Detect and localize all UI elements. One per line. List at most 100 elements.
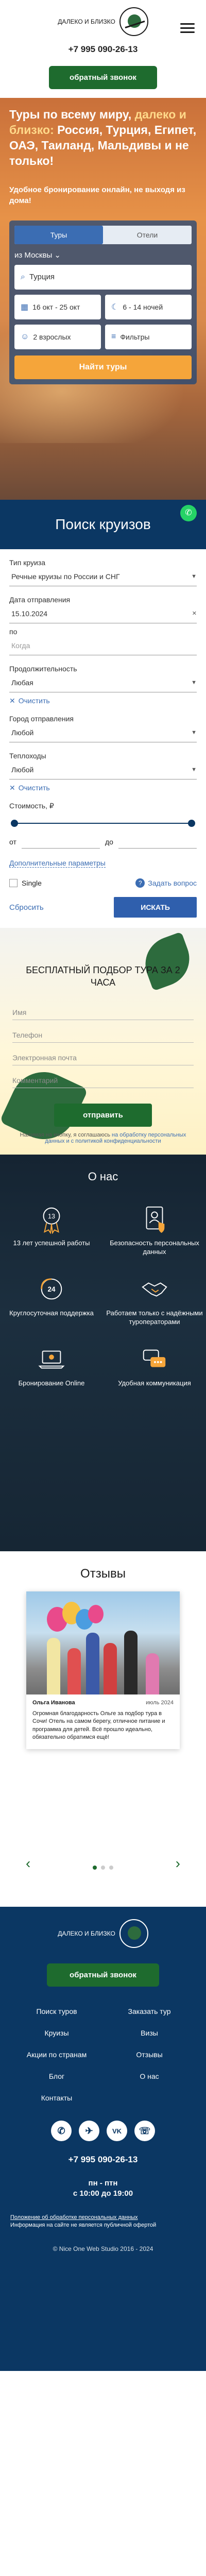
hero-section: Туры по всему миру, далеко и близко: Рос… [0, 98, 206, 500]
footer-link-about[interactable]: О нас [103, 2072, 196, 2080]
city-select[interactable]: Любой ▼ [9, 723, 197, 742]
social-links: ✆ ✈ VK ☏ [0, 2121, 206, 2141]
about-section: О нас 13 13 лет успешной работы Безопасн… [0, 1155, 206, 1551]
viber-icon[interactable]: ☏ [134, 2121, 155, 2141]
support-24-icon: 24 [37, 1274, 66, 1304]
chevron-down-icon: ▼ [191, 766, 197, 773]
nights-field[interactable]: ☾ 6 - 14 ночей [105, 294, 192, 319]
cruise-title: Поиск круизов [0, 500, 206, 549]
find-tours-button[interactable]: Найти туры [14, 355, 192, 379]
reset-button[interactable]: Сбросить [9, 903, 44, 912]
footer-notes: Положение об обработке персональных данн… [10, 2214, 157, 2229]
working-hours: пн - птн с 10:00 до 19:00 [73, 2179, 133, 2198]
footer-link-reviews[interactable]: Отзывы [103, 2050, 196, 2059]
price-max-handle[interactable] [188, 820, 195, 827]
site-footer: ДАЛЕКО И БЛИЗКО обратный звонок Поиск ту… [0, 1907, 206, 2371]
footer-link-tours[interactable]: Поиск туров [10, 2007, 103, 2015]
review-text: Огромная благодарность Ольге за подбор т… [32, 1710, 165, 1741]
laptop-icon [37, 1344, 66, 1374]
telegram-icon[interactable]: ✈ [79, 2121, 99, 2141]
price-from-input[interactable] [21, 835, 100, 849]
footer-link-blog[interactable]: Блог [10, 2072, 103, 2080]
search-tabs: Туры Отели [14, 225, 192, 244]
name-input[interactable]: Имя [12, 999, 194, 1020]
review-date: июль 2024 [146, 1700, 174, 1706]
footer-callback-button[interactable]: обратный звонок [47, 1963, 159, 1987]
date-from-input[interactable]: 15.10.2024 ✕ [9, 604, 197, 623]
ask-question-link[interactable]: ? Задать вопрос [135, 878, 197, 888]
date-to-input[interactable]: Когда [9, 636, 197, 655]
single-checkbox[interactable]: Single [9, 879, 42, 887]
send-button[interactable]: отправить [54, 1103, 152, 1127]
footer-link-promo[interactable]: Акции по странам [10, 2050, 103, 2059]
feature-item: Безопасность персональных данных [103, 1204, 206, 1257]
footer-phone[interactable]: +7 995 090-26-13 [0, 2155, 206, 2165]
chevron-down-icon: ▼ [191, 679, 197, 686]
tab-tours[interactable]: Туры [14, 225, 103, 244]
shield-person-icon [140, 1204, 169, 1234]
duration-select[interactable]: Любая ▼ [9, 673, 197, 692]
moon-icon: ☾ [111, 302, 119, 312]
destination-field[interactable]: ⌕ Турция [14, 264, 192, 290]
footer-link-cruises[interactable]: Круизы [10, 2029, 103, 2037]
advanced-params-link[interactable]: Дополнительные параметры [9, 859, 106, 868]
close-icon: ✕ [9, 784, 15, 792]
tourists-field[interactable]: ☺ 2 взрослых [14, 324, 101, 349]
comment-input[interactable]: Комментарий [12, 1067, 194, 1088]
dates-field[interactable]: ▦ 16 окт - 25 окт [14, 294, 101, 319]
handshake-icon [140, 1274, 169, 1304]
email-input[interactable]: Электронная почта [12, 1045, 194, 1065]
carousel-dot[interactable] [109, 1866, 113, 1870]
footer-link-order[interactable]: Заказать тур [103, 2007, 196, 2015]
feature-item: Работаем только с надёжными туроператора… [103, 1274, 206, 1327]
whatsapp-icon[interactable]: ✆ [180, 505, 197, 521]
callback-title: БЕСПЛАТНЫЙ ПОДБОР ТУРА ЗА 2 ЧАСА [26, 965, 180, 988]
site-logo[interactable]: ДАЛЕКО И БЛИЗКО [0, 7, 206, 36]
reviewer-name: Ольга Иванова [32, 1700, 75, 1706]
date-to-label: по [9, 628, 18, 636]
filters-field[interactable]: ≡ Фильтры [105, 324, 192, 349]
price-to-input[interactable] [118, 835, 197, 849]
search-button[interactable]: ИСКАТЬ [114, 897, 197, 918]
close-icon: ✕ [9, 697, 15, 705]
whatsapp-icon[interactable]: ✆ [51, 2121, 72, 2141]
logo-mark-icon [119, 7, 148, 36]
feature-item: 24 Круглосуточная поддержка [0, 1274, 103, 1327]
question-icon: ? [135, 878, 145, 888]
chat-icon [140, 1344, 169, 1374]
footer-menu: Поиск туров Заказать тур Круизы Визы Акц… [10, 2007, 196, 2102]
cruise-type-select[interactable]: Речные круизы по России и СНГ ▼ [9, 567, 197, 586]
city-label: Город отправления [9, 715, 74, 723]
menu-icon[interactable] [180, 21, 195, 36]
tab-hotels[interactable]: Отели [103, 226, 192, 244]
chevron-down-icon: ▼ [191, 573, 197, 580]
footer-logo[interactable]: ДАЛЕКО И БЛИЗКО [0, 1919, 206, 1948]
price-slider[interactable] [11, 819, 195, 828]
privacy-policy-link[interactable]: Положение об обработке персональных данн… [10, 2214, 138, 2221]
review-card: Ольга Иванова июль 2024 Огромная благода… [26, 1591, 180, 1749]
callback-button[interactable]: обратный звонок [49, 66, 157, 89]
hero-title: Туры по всему миру, далеко и близко: Рос… [9, 108, 197, 167]
svg-text:13: 13 [48, 1213, 55, 1220]
cruise-search-section: Поиск круизов Тип круиза Речные круизы п… [0, 500, 206, 928]
carousel-dot[interactable] [101, 1866, 105, 1870]
reviews-section: Отзывы Ольга Иванова июль 2024 Огромная … [0, 1551, 206, 1907]
vk-icon[interactable]: VK [107, 2121, 127, 2141]
ship-label: Теплоходы [9, 752, 46, 760]
ship-select[interactable]: Любой ▼ [9, 760, 197, 779]
clear-ship[interactable]: ✕ Очистить [9, 784, 197, 792]
tour-search-form: Туры Отели из Москвы ⌄ ⌕ Турция ▦ 16 окт -… [9, 220, 197, 384]
price-label: Стоимость, ₽ [9, 802, 54, 810]
carousel-dot[interactable] [93, 1866, 97, 1870]
phone-input[interactable]: Телефон [12, 1022, 194, 1043]
header-phone[interactable]: +7 995 090-26-13 [0, 44, 206, 55]
footer-link-visas[interactable]: Визы [103, 2029, 196, 2037]
footer-link-contacts[interactable]: Контакты [10, 2094, 103, 2102]
clear-icon[interactable]: ✕ [192, 610, 197, 617]
duration-label: Продолжительность [9, 665, 77, 673]
carousel-dots [0, 1866, 206, 1870]
price-min-handle[interactable] [11, 820, 18, 827]
clear-duration[interactable]: ✕ Очистить [9, 697, 197, 705]
departure-city-select[interactable]: из Москвы ⌄ [14, 250, 192, 260]
svg-text:24: 24 [47, 1285, 56, 1293]
